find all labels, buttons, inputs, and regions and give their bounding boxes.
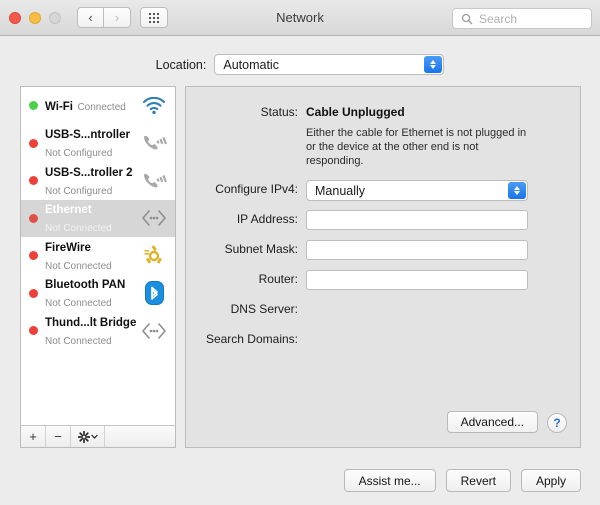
status-dot-red bbox=[29, 288, 38, 298]
subnet-mask-row: Subnet Mask: bbox=[186, 240, 528, 260]
wifi-icon bbox=[139, 93, 169, 119]
remove-interface-button[interactable]: − bbox=[46, 426, 71, 447]
list-item-name: FireWire bbox=[45, 241, 91, 254]
bluetooth-icon bbox=[139, 280, 169, 306]
status-dot-red bbox=[29, 213, 38, 223]
sidebar-footer-spacer bbox=[105, 426, 175, 447]
search-placeholder: Search bbox=[479, 11, 518, 26]
configure-ipv4-row: Configure IPv4: Manually bbox=[186, 180, 528, 201]
list-item-name: Thund...lt Bridge bbox=[45, 316, 137, 329]
sidebar-item-bluetooth-pan[interactable]: Bluetooth PAN Not Connected bbox=[21, 275, 175, 313]
dns-server-row: DNS Server: bbox=[186, 300, 531, 318]
sidebar-item-wifi[interactable]: Wi-Fi Connected bbox=[21, 87, 175, 125]
chevron-updown-icon bbox=[508, 182, 526, 199]
list-item-name: USB-S...ntroller bbox=[45, 129, 130, 142]
list-item-name: USB-S...troller 2 bbox=[45, 166, 133, 179]
status-badge: Cable Unplugged bbox=[306, 105, 405, 119]
router-field[interactable] bbox=[306, 270, 528, 290]
window-titlebar: ‹ › Network Search bbox=[0, 0, 600, 36]
assist-me-button[interactable]: Assist me... bbox=[343, 469, 436, 492]
search-domains-label: Search Domains: bbox=[205, 332, 298, 346]
configure-ipv4-label: Configure IPv4: bbox=[215, 182, 298, 196]
list-item-status: Not Connected bbox=[45, 298, 112, 310]
ip-address-row: IP Address: bbox=[186, 210, 528, 230]
status-row: Status: Cable Unplugged Either the cable… bbox=[186, 103, 531, 168]
interface-actions-menu-button[interactable] bbox=[71, 426, 105, 447]
status-dot-red bbox=[29, 251, 38, 261]
list-item-status: Not Connected bbox=[45, 335, 112, 347]
assist-me-label: Assist me... bbox=[358, 473, 421, 488]
modem-icon bbox=[139, 168, 169, 194]
router-label: Router: bbox=[258, 272, 298, 286]
list-item-name: Bluetooth PAN bbox=[45, 279, 126, 292]
modem-icon bbox=[139, 130, 169, 156]
revert-label: Revert bbox=[460, 473, 496, 488]
subnet-mask-label: Subnet Mask: bbox=[224, 242, 298, 256]
interface-list: Wi-Fi Connected USB-S...ntroller Not Con… bbox=[21, 87, 175, 425]
plus-icon: + bbox=[29, 429, 37, 444]
location-select[interactable]: Automatic bbox=[214, 54, 445, 75]
status-block: Cable Unplugged Either the cable for Eth… bbox=[306, 103, 531, 168]
list-item-name: Wi-Fi bbox=[45, 100, 73, 113]
sidebar-item-thunderbolt-bridge[interactable]: Thund...lt Bridge Not Connected bbox=[21, 312, 175, 350]
router-row: Router: bbox=[186, 270, 528, 290]
status-dot-red bbox=[29, 138, 38, 148]
sidebar-item-firewire[interactable]: FireWire Not Connected bbox=[21, 237, 175, 275]
minus-icon: − bbox=[54, 429, 62, 444]
location-label: Location: bbox=[155, 57, 207, 72]
list-item-status: Not Configured bbox=[45, 148, 113, 160]
sidebar-item-ethernet[interactable]: Ethernet Not Connected bbox=[21, 199, 175, 237]
search-domains-row: Search Domains: bbox=[186, 330, 531, 348]
status-dot-red bbox=[29, 326, 38, 336]
list-item-status: Not Connected bbox=[45, 223, 112, 235]
network-detail-panel: Status: Cable Unplugged Either the cable… bbox=[185, 86, 581, 448]
apply-label: Apply bbox=[535, 473, 566, 488]
list-item-status: Connected bbox=[77, 101, 126, 113]
dns-server-label: DNS Server: bbox=[230, 302, 298, 316]
status-dot-green bbox=[29, 101, 38, 111]
firewire-icon bbox=[139, 243, 169, 269]
sidebar-footer: + − bbox=[21, 425, 175, 447]
ethernet-icon bbox=[139, 205, 169, 231]
sidebar-item-usb-serial-controller[interactable]: USB-S...ntroller Not Configured bbox=[21, 125, 175, 163]
subnet-mask-field[interactable] bbox=[306, 240, 528, 260]
advanced-button-label: Advanced... bbox=[460, 415, 524, 429]
search-input[interactable]: Search bbox=[452, 8, 592, 29]
chevron-down-icon bbox=[90, 434, 98, 439]
ip-address-label: IP Address: bbox=[236, 212, 298, 226]
status-description: Either the cable for Ethernet is not plu… bbox=[306, 127, 527, 167]
status-dot-red bbox=[29, 176, 38, 186]
add-interface-button[interactable]: + bbox=[21, 426, 46, 447]
configure-ipv4-value: Manually bbox=[315, 183, 366, 198]
interface-sidebar: Wi-Fi Connected USB-S...ntroller Not Con… bbox=[20, 86, 176, 448]
location-selected-value: Automatic bbox=[223, 57, 279, 72]
list-item-status: Not Configured bbox=[45, 185, 113, 197]
sidebar-item-usb-serial-controller-2[interactable]: USB-S...troller 2 Not Configured bbox=[21, 162, 175, 200]
list-item-name: Ethernet bbox=[45, 204, 92, 217]
gear-icon bbox=[77, 430, 90, 443]
window-footer: Assist me... Revert Apply bbox=[0, 469, 600, 492]
advanced-button[interactable]: Advanced... bbox=[446, 411, 538, 433]
configure-ipv4-select[interactable]: Manually bbox=[306, 180, 528, 201]
list-item-status: Not Connected bbox=[45, 260, 112, 272]
search-icon bbox=[461, 13, 473, 25]
location-row: Location: Automatic bbox=[0, 54, 600, 75]
revert-button[interactable]: Revert bbox=[445, 469, 511, 492]
apply-button[interactable]: Apply bbox=[520, 469, 581, 492]
ethernet-icon bbox=[139, 318, 169, 344]
question-mark-icon: ? bbox=[553, 416, 561, 430]
chevron-updown-icon bbox=[424, 56, 443, 73]
help-button[interactable]: ? bbox=[547, 413, 567, 433]
status-label: Status: bbox=[260, 105, 298, 119]
ip-address-field[interactable] bbox=[306, 210, 528, 230]
